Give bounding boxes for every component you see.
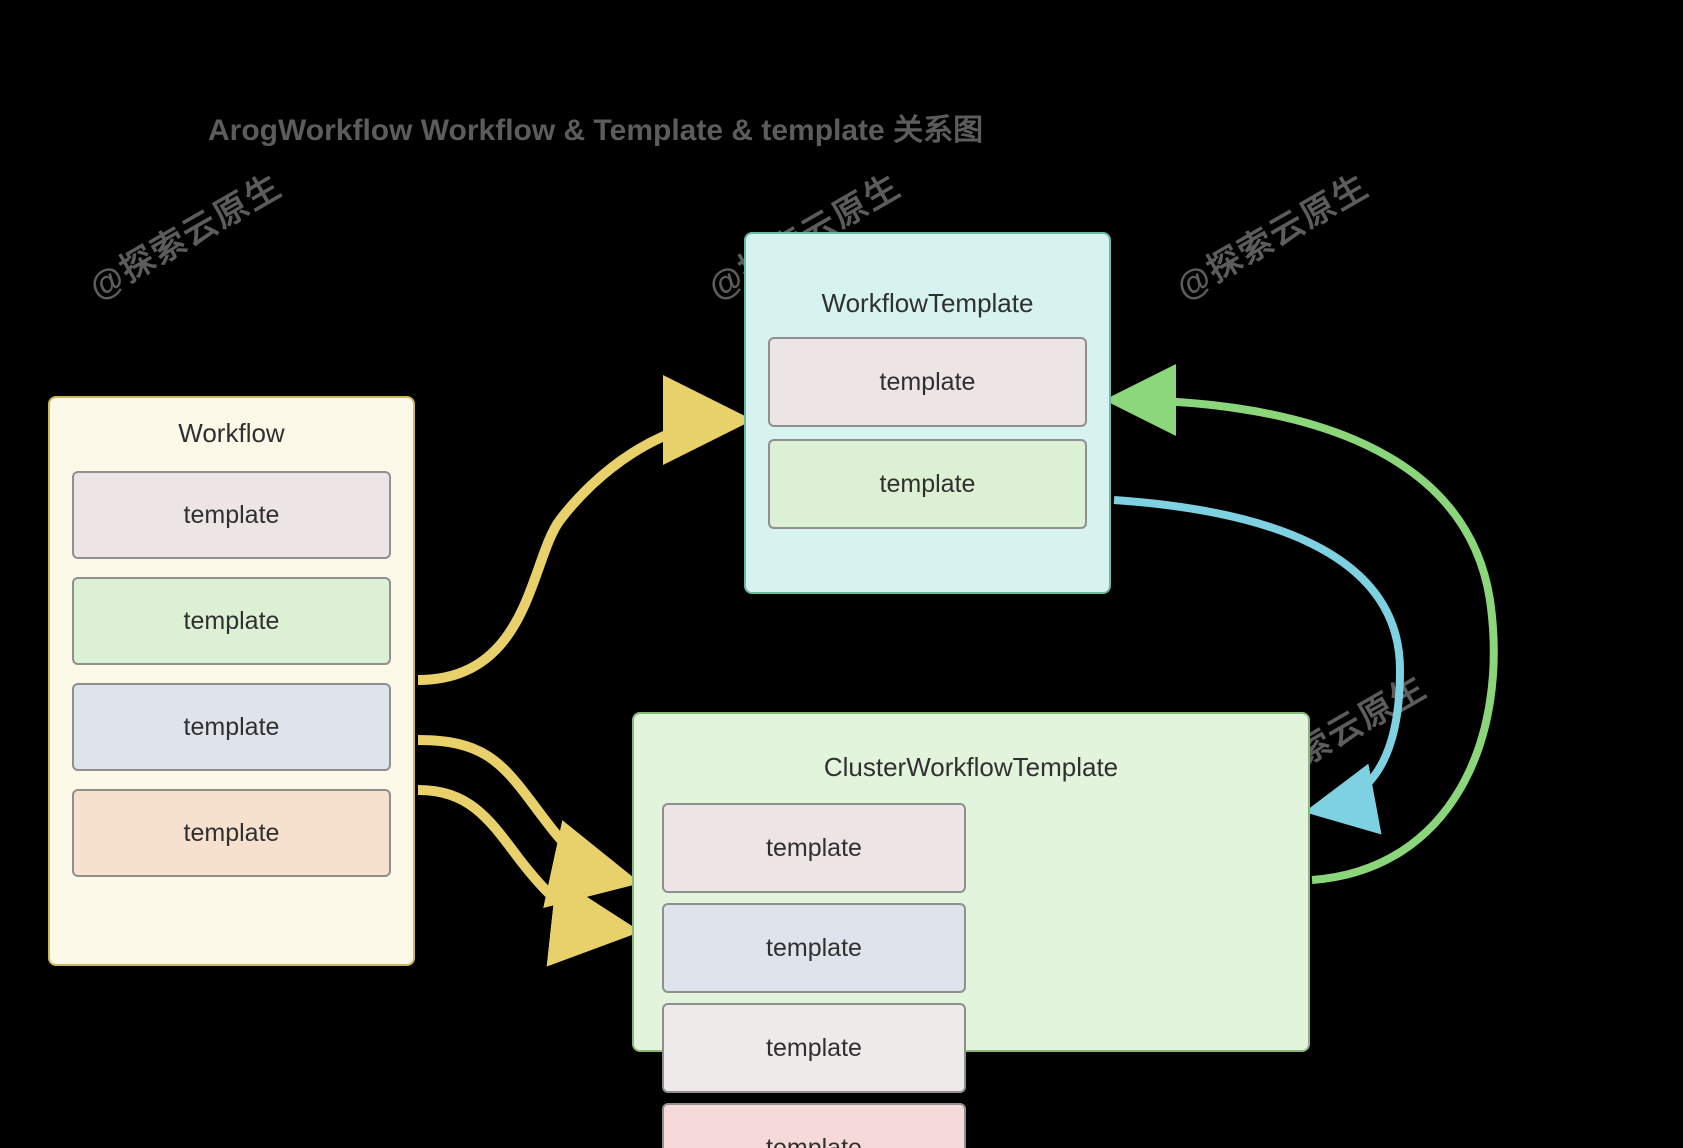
clusterworkflowtemplate-template-item: template [662, 903, 966, 993]
clusterworkflowtemplate-template-item: template [662, 1003, 966, 1093]
clusterworkflowtemplate-title: ClusterWorkflowTemplate [634, 714, 1308, 803]
workflowtemplate-box: WorkflowTemplate template template [744, 232, 1111, 594]
clusterworkflowtemplate-template-item: template [662, 1103, 966, 1148]
workflow-template-item: template [72, 471, 391, 559]
diagram-canvas: ArogWorkflow Workflow & Template & templ… [0, 0, 1683, 1148]
workflow-templates: template template template template [50, 463, 413, 901]
clusterworkflowtemplate-template-item: template [662, 803, 966, 893]
arrow-workflow-to-clusterworkflowtemplate-2 [418, 790, 626, 930]
diagram-title: ArogWorkflow Workflow & Template & templ… [208, 105, 983, 149]
clusterworkflowtemplate-templates: template template template template [634, 803, 1308, 1148]
arrow-workflow-to-workflowtemplate [418, 420, 738, 680]
workflowtemplate-templates: template template [746, 337, 1109, 557]
watermark: @探索云原生 [1166, 159, 1377, 309]
workflowtemplate-template-item: template [768, 337, 1087, 427]
clusterworkflowtemplate-box: ClusterWorkflowTemplate template templat… [632, 712, 1310, 1052]
watermark: @探索云原生 [79, 159, 290, 309]
workflow-template-item: template [72, 789, 391, 877]
arrow-workflow-to-clusterworkflowtemplate-1 [418, 740, 626, 880]
workflowtemplate-template-item: template [768, 439, 1087, 529]
workflow-box: Workflow template template template temp… [48, 396, 415, 966]
workflow-template-item: template [72, 683, 391, 771]
workflow-title: Workflow [50, 398, 413, 463]
workflow-template-item: template [72, 577, 391, 665]
workflowtemplate-title: WorkflowTemplate [746, 234, 1109, 337]
